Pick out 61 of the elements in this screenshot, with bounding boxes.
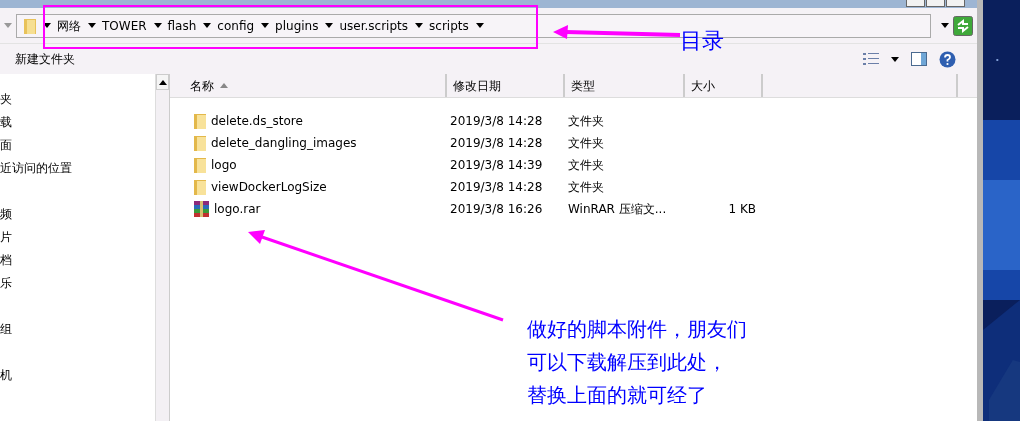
sidebar-item[interactable]: 夹 bbox=[0, 88, 155, 111]
caret-icon[interactable] bbox=[415, 23, 424, 28]
caret-icon[interactable] bbox=[475, 23, 484, 28]
sidebar-item[interactable]: 近访问的位置 bbox=[0, 157, 155, 180]
folder-icon bbox=[194, 157, 206, 173]
breadcrumb-item[interactable]: user.scripts bbox=[339, 16, 409, 35]
sidebar-item[interactable]: 片 bbox=[0, 226, 155, 249]
sidebar-item[interactable]: 乐 bbox=[0, 272, 155, 295]
caret-icon[interactable] bbox=[203, 23, 212, 28]
table-cell-text: 文件夹 bbox=[568, 113, 605, 130]
table-cell-text: 文件夹 bbox=[568, 179, 605, 196]
table-cell-text: WinRAR 压缩文... bbox=[568, 201, 668, 218]
caret-icon[interactable] bbox=[153, 23, 162, 28]
sidebar-item[interactable]: 组 bbox=[0, 318, 155, 341]
breadcrumb-item[interactable]: plugins bbox=[275, 16, 319, 35]
caret-icon[interactable] bbox=[43, 23, 51, 28]
table-cell-text: 2019/3/8 14:28 bbox=[450, 179, 544, 196]
folder-icon bbox=[194, 135, 206, 151]
new-folder-button[interactable]: 新建文件夹 bbox=[15, 50, 75, 68]
table-cell-text: 文件夹 bbox=[568, 135, 605, 152]
file-name[interactable]: delete_dangling_images bbox=[194, 134, 450, 152]
table-cell-text: 2019/3/8 14:39 bbox=[450, 157, 544, 174]
view-list-icon[interactable] bbox=[863, 53, 879, 65]
sidebar-item[interactable]: 档 bbox=[0, 249, 155, 272]
sidebar-item[interactable]: 机 bbox=[0, 364, 155, 387]
file-name[interactable]: viewDockerLogSize bbox=[194, 178, 450, 196]
breadcrumb-item[interactable]: flash bbox=[167, 16, 197, 35]
folder-icon bbox=[23, 16, 37, 35]
column-header[interactable]: 类型 bbox=[565, 74, 685, 97]
table-cell-text: 文件夹 bbox=[568, 157, 605, 174]
sidebar-item[interactable]: 面 bbox=[0, 134, 155, 157]
table-cell-text: 2019/3/8 16:26 bbox=[450, 201, 544, 218]
caret-icon[interactable] bbox=[325, 23, 334, 28]
annotation-text: 替换上面的就可经了 bbox=[527, 382, 708, 409]
refresh-icon[interactable] bbox=[953, 15, 973, 36]
folder-icon bbox=[194, 113, 206, 129]
help-icon[interactable] bbox=[939, 50, 956, 68]
scrollbar[interactable] bbox=[155, 74, 170, 421]
preview-pane-icon[interactable] bbox=[911, 52, 927, 66]
annotation-text: 做好的脚本附件，朋友们 bbox=[527, 316, 747, 343]
table-cell-text: 2019/3/8 14:28 bbox=[450, 135, 544, 152]
breadcrumb-item[interactable]: scripts bbox=[429, 16, 469, 35]
caret-icon[interactable] bbox=[261, 23, 270, 28]
file-name[interactable]: logo bbox=[194, 156, 450, 174]
archive-icon bbox=[194, 201, 209, 217]
table-cell-text: 1 KB bbox=[727, 201, 756, 218]
column-header[interactable]: 修改日期 bbox=[447, 74, 565, 97]
sidebar-item[interactable]: 载 bbox=[0, 111, 155, 134]
column-header[interactable]: 大小 bbox=[685, 74, 763, 97]
sidebar-item[interactable]: 频 bbox=[0, 203, 155, 226]
caret-icon[interactable] bbox=[88, 23, 96, 28]
file-name[interactable]: logo.rar bbox=[194, 200, 450, 218]
view-caret-icon[interactable] bbox=[891, 56, 899, 62]
annotation-text: 可以下载解压到此处， bbox=[527, 349, 728, 376]
breadcrumb-item[interactable]: 网络 bbox=[57, 16, 81, 35]
column-header[interactable]: 名称 bbox=[172, 74, 447, 97]
file-name[interactable]: delete.ds_store bbox=[194, 112, 450, 130]
table-cell-text: 2019/3/8 14:28 bbox=[450, 113, 544, 130]
folder-icon bbox=[194, 179, 206, 195]
breadcrumb-item[interactable]: TOWER bbox=[102, 16, 147, 35]
breadcrumb-item[interactable]: config bbox=[217, 16, 255, 35]
